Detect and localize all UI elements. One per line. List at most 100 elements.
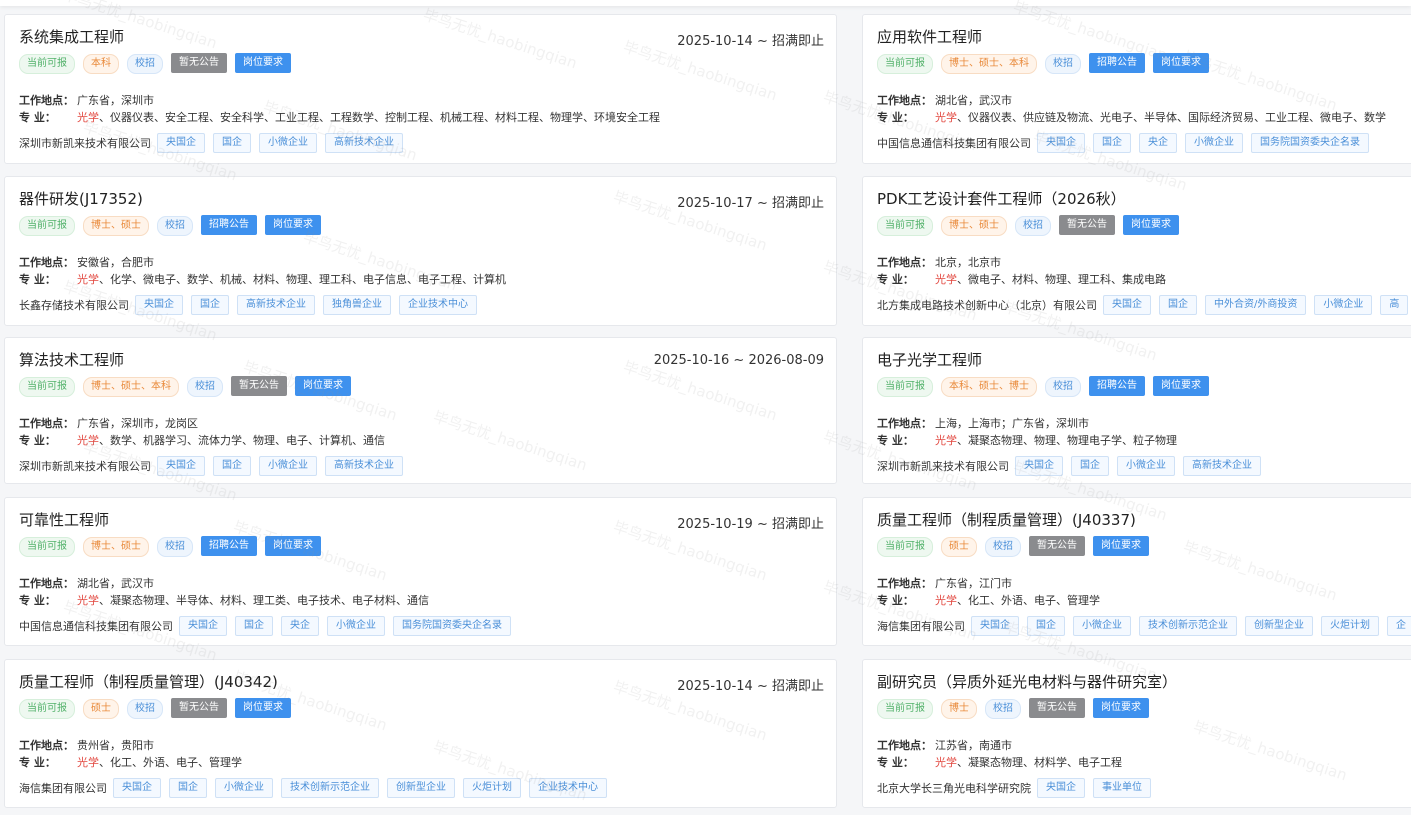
requirements-button[interactable]: 岗位要求	[295, 376, 351, 396]
company-tag[interactable]: 央国企	[135, 295, 183, 315]
company-tag[interactable]: 国企	[1071, 456, 1109, 476]
job-title[interactable]: 质量工程师（制程质量管理）(J40337)	[877, 509, 1136, 530]
announcement-button[interactable]: 招聘公告	[1089, 53, 1145, 73]
company-tag[interactable]: 央国企	[1015, 456, 1063, 476]
company-name[interactable]: 海信集团有限公司	[19, 780, 107, 796]
company-tag[interactable]: 小微企业	[215, 778, 273, 798]
company-name[interactable]: 深圳市新凯来技术有限公司	[19, 135, 151, 151]
no-announcement-button[interactable]: 暂无公告	[171, 698, 227, 718]
company-tag[interactable]: 企	[1387, 616, 1411, 636]
company-tag[interactable]: 小微企业	[1185, 133, 1243, 153]
company-tag[interactable]: 独角兽企业	[323, 295, 391, 315]
company-tag[interactable]: 中外合资/外商投资	[1205, 295, 1307, 315]
company-tag[interactable]: 国企	[235, 616, 273, 636]
recruit-type-tag: 校招	[127, 54, 163, 74]
job-title[interactable]: 质量工程师（制程质量管理）(J40342)	[19, 671, 278, 692]
company-tag[interactable]: 高新技术企业	[325, 456, 403, 476]
job-title[interactable]: PDK工艺设计套件工程师（2026秋）	[877, 188, 1126, 209]
no-announcement-button[interactable]: 暂无公告	[1059, 215, 1115, 235]
requirements-button[interactable]: 岗位要求	[1153, 376, 1209, 396]
job-card[interactable]: 系统集成工程师 2025-10-14 ~ 招满即止 当前可报 本科 校招 暂无公告 岗位要求…	[4, 14, 837, 164]
company-tag[interactable]: 国企	[1093, 133, 1131, 153]
announcement-button[interactable]: 招聘公告	[201, 536, 257, 556]
company-tag[interactable]: 央国企	[1037, 133, 1085, 153]
job-title[interactable]: 算法技术工程师	[19, 349, 124, 370]
requirements-button[interactable]: 岗位要求	[265, 215, 321, 235]
company-name[interactable]: 深圳市新凯来技术有限公司	[877, 458, 1009, 474]
announcement-button[interactable]: 招聘公告	[201, 215, 257, 235]
job-card[interactable]: 可靠性工程师 2025-10-19 ~ 招满即止 当前可报 博士、硕士 校招 招聘公告 岗位…	[4, 497, 837, 646]
requirements-button[interactable]: 岗位要求	[1093, 536, 1149, 556]
company-tag[interactable]: 央国企	[971, 616, 1019, 636]
company-tag[interactable]: 央国企	[1103, 295, 1151, 315]
company-tag[interactable]: 小微企业	[1117, 456, 1175, 476]
company-name[interactable]: 北方集成电路技术创新中心（北京）有限公司	[877, 297, 1097, 313]
company-tag[interactable]: 央国企	[157, 456, 205, 476]
job-card[interactable]: 副研究员（异质外延光电材料与器件研究室） 当前可报 博士 校招 暂无公告 岗位要求 工作地点…	[862, 659, 1411, 808]
company-tag[interactable]: 技术创新示范企业	[1139, 616, 1237, 636]
company-tag[interactable]: 企业技术中心	[399, 295, 477, 315]
requirements-button[interactable]: 岗位要求	[235, 53, 291, 73]
company-tag[interactable]: 火炬计划	[1321, 616, 1379, 636]
no-announcement-button[interactable]: 暂无公告	[231, 376, 287, 396]
job-card[interactable]: 质量工程师（制程质量管理）(J40342) 2025-10-14 ~ 招满即止 当前…	[4, 659, 837, 808]
company-name[interactable]: 北京大学长三角光电科学研究院	[877, 780, 1031, 796]
company-tag[interactable]: 国务院国资委央企名录	[393, 616, 511, 636]
company-tag[interactable]: 国企	[1027, 616, 1065, 636]
company-tag[interactable]: 高新技术企业	[325, 133, 403, 153]
company-tag[interactable]: 创新型企业	[1245, 616, 1313, 636]
job-title[interactable]: 应用软件工程师	[877, 26, 982, 47]
job-card[interactable]: 算法技术工程师 2025-10-16 ~ 2026-08-09 当前可报 博士、硕士、…	[4, 337, 837, 484]
no-announcement-button[interactable]: 暂无公告	[1029, 536, 1085, 556]
job-title[interactable]: 电子光学工程师	[877, 349, 982, 370]
company-tag[interactable]: 国务院国资委央企名录	[1251, 133, 1369, 153]
job-title[interactable]: 副研究员（异质外延光电材料与器件研究室）	[877, 671, 1177, 692]
company-tag[interactable]: 国企	[1159, 295, 1197, 315]
company-tag[interactable]: 央国企	[157, 133, 205, 153]
company-name[interactable]: 深圳市新凯来技术有限公司	[19, 458, 151, 474]
company-tag[interactable]: 小微企业	[259, 456, 317, 476]
company-tag[interactable]: 国企	[191, 295, 229, 315]
job-card[interactable]: 电子光学工程师 当前可报 本科、硕士、博士 校招 招聘公告 岗位要求 工作地点： 上海，上海市…	[862, 337, 1411, 484]
requirements-button[interactable]: 岗位要求	[1123, 215, 1179, 235]
company-tag[interactable]: 事业单位	[1093, 778, 1151, 798]
company-tag[interactable]: 小微企业	[327, 616, 385, 636]
company-tag[interactable]: 高	[1380, 295, 1409, 315]
company-name[interactable]: 海信集团有限公司	[877, 618, 965, 634]
company-tag[interactable]: 央国企	[113, 778, 161, 798]
company-tag[interactable]: 小微企业	[259, 133, 317, 153]
requirements-button[interactable]: 岗位要求	[1153, 53, 1209, 73]
announcement-button[interactable]: 招聘公告	[1089, 376, 1145, 396]
company-tag[interactable]: 高新技术企业	[1183, 456, 1261, 476]
job-title[interactable]: 可靠性工程师	[19, 509, 109, 530]
requirements-button[interactable]: 岗位要求	[235, 698, 291, 718]
no-announcement-button[interactable]: 暂无公告	[171, 53, 227, 73]
job-title[interactable]: 器件研发(J17352)	[19, 188, 143, 209]
company-tag[interactable]: 央国企	[179, 616, 227, 636]
company-tag[interactable]: 技术创新示范企业	[281, 778, 379, 798]
company-tag[interactable]: 央企	[1139, 133, 1177, 153]
company-tag[interactable]: 国企	[169, 778, 207, 798]
job-card[interactable]: 质量工程师（制程质量管理）(J40337) 当前可报 硕士 校招 暂无公告 岗位要求 工作地…	[862, 497, 1411, 646]
company-tag[interactable]: 火炬计划	[463, 778, 521, 798]
company-tag[interactable]: 央企	[281, 616, 319, 636]
company-name[interactable]: 中国信息通信科技集团有限公司	[877, 135, 1031, 151]
date-end: 招满即止	[771, 679, 824, 694]
requirements-button[interactable]: 岗位要求	[265, 536, 321, 556]
no-announcement-button[interactable]: 暂无公告	[1029, 698, 1085, 718]
job-card[interactable]: 应用软件工程师 当前可报 博士、硕士、本科 校招 招聘公告 岗位要求 工作地点： 湖北省，武汉…	[862, 14, 1411, 164]
company-tag[interactable]: 小微企业	[1073, 616, 1131, 636]
job-card[interactable]: 器件研发(J17352) 2025-10-17 ~ 招满即止 当前可报 博士、硕士 校招…	[4, 176, 837, 326]
job-card[interactable]: PDK工艺设计套件工程师（2026秋） 当前可报 博士、硕士 校招 暂无公告 岗位要求 工作…	[862, 176, 1411, 326]
company-name[interactable]: 中国信息通信科技集团有限公司	[19, 618, 173, 634]
company-tag[interactable]: 国企	[213, 456, 251, 476]
company-tag[interactable]: 央国企	[1037, 778, 1085, 798]
company-tag[interactable]: 小微企业	[1314, 295, 1373, 315]
company-tag[interactable]: 企业技术中心	[529, 778, 607, 798]
requirements-button[interactable]: 岗位要求	[1093, 698, 1149, 718]
job-title[interactable]: 系统集成工程师	[19, 26, 124, 47]
company-tag[interactable]: 国企	[213, 133, 251, 153]
company-tag[interactable]: 高新技术企业	[237, 295, 315, 315]
company-name[interactable]: 长鑫存储技术有限公司	[19, 297, 129, 313]
company-tag[interactable]: 创新型企业	[387, 778, 455, 798]
